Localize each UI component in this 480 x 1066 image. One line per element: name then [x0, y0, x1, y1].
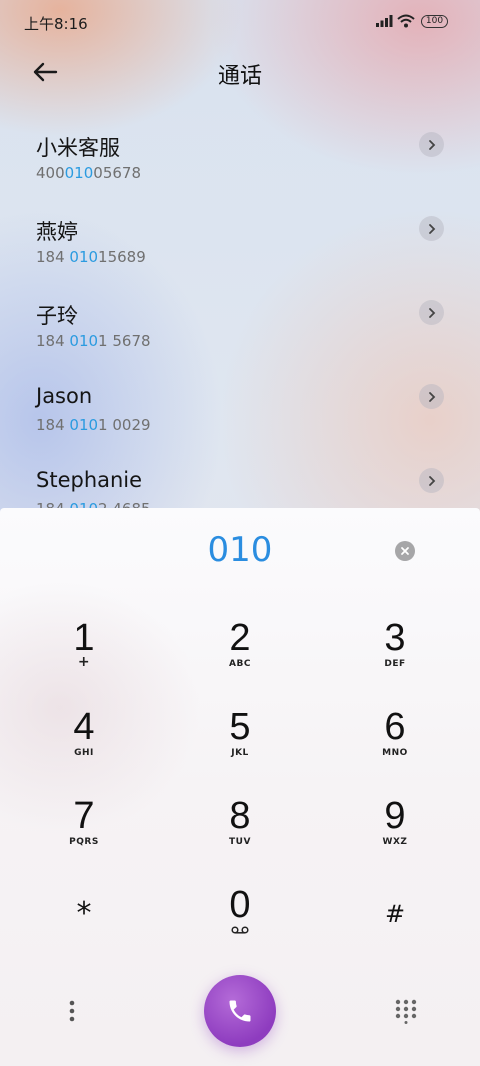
contact-number: 184 0101 0029: [36, 416, 151, 434]
dial-key-star[interactable]: *: [24, 888, 144, 968]
dial-key-2[interactable]: 2 ABC: [180, 618, 300, 698]
dial-key-1[interactable]: 1 +: [24, 618, 144, 698]
chevron-right-icon[interactable]: [419, 468, 444, 493]
contact-name: 小米客服: [36, 136, 120, 160]
chevron-right-icon[interactable]: [419, 216, 444, 241]
contact-row[interactable]: 子玲 184 0101 5678: [0, 280, 480, 364]
dial-pad-panel: 010 1 + 2 ABC 3 DEF 4 GHI 5 JKL 6 MNO 7 …: [0, 508, 480, 1066]
dial-key-7[interactable]: 7 PQRS: [24, 796, 144, 876]
battery-icon: 100: [421, 15, 448, 28]
contact-name: Stephanie: [36, 468, 143, 492]
chevron-right-icon[interactable]: [419, 300, 444, 325]
dial-key-8[interactable]: 8 TUV: [180, 796, 300, 876]
wifi-icon: [397, 14, 415, 28]
page-title: 通话: [217, 64, 262, 89]
contact-name: 燕婷: [36, 220, 78, 244]
battery-level: 100: [425, 16, 444, 26]
contact-number: 184 0101 5678: [36, 332, 151, 350]
contact-number: 184 01015689: [36, 248, 146, 266]
call-button[interactable]: [204, 975, 276, 1047]
phone-icon: [229, 1000, 251, 1022]
dial-key-4[interactable]: 4 GHI: [24, 707, 144, 787]
status-bar: 上午8:16 100: [0, 0, 480, 46]
contact-row[interactable]: 燕婷 184 01015689: [0, 196, 480, 280]
dial-key-hash[interactable]: #: [335, 888, 455, 968]
contact-number: 40001005678: [36, 164, 141, 182]
contact-row[interactable]: Jason 184 0101 0029: [0, 364, 480, 448]
dial-key-6[interactable]: 6 MNO: [335, 707, 455, 787]
dial-key-0[interactable]: 0: [180, 885, 300, 965]
clear-icon[interactable]: [395, 541, 415, 561]
chevron-right-icon[interactable]: [419, 384, 444, 409]
dial-key-9[interactable]: 9 WXZ: [335, 796, 455, 876]
contact-name: Jason: [36, 384, 93, 408]
status-time: 上午8:16: [24, 15, 88, 33]
signal-icon: [376, 15, 393, 27]
contact-row[interactable]: 小米客服 40001005678: [0, 112, 480, 196]
dial-key-5[interactable]: 5 JKL: [180, 707, 300, 787]
contact-name: 子玲: [36, 304, 78, 328]
contact-list: 小米客服 40001005678 燕婷 184 01015689 子玲 184 …: [0, 112, 480, 532]
dialpad-toggle-icon[interactable]: [394, 998, 418, 1024]
more-options-icon[interactable]: [62, 998, 82, 1024]
dial-key-3[interactable]: 3 DEF: [335, 618, 455, 698]
chevron-right-icon[interactable]: [419, 132, 444, 157]
voicemail-icon: [231, 926, 249, 934]
